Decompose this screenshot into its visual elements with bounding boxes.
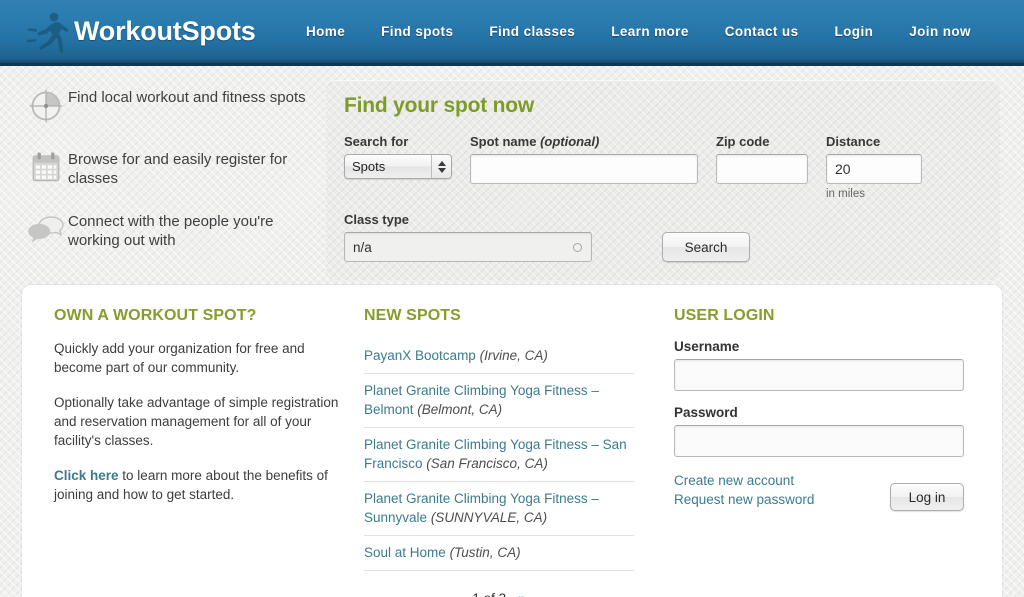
- new-spots-title: NEW SPOTS: [364, 307, 461, 324]
- field-spot-name: Spot name (optional): [470, 134, 698, 184]
- field-distance: Distance in miles: [826, 134, 922, 200]
- list-item[interactable]: Soul at Home (Tustin, CA): [364, 536, 634, 571]
- spot-name-optional-text: (optional): [540, 134, 600, 149]
- feature-label: Browse for and easily register for class…: [68, 151, 288, 187]
- circle-throbber-icon: [573, 243, 582, 252]
- search-panel: Find your spot now Search for Spots Clas…: [326, 80, 1000, 280]
- zip-code-label: Zip code: [716, 134, 770, 149]
- own-spot-title: OWN A WORKOUT SPOT?: [54, 307, 257, 324]
- nav-item-find-spots[interactable]: Find spots: [381, 24, 453, 39]
- nav-item-contact-us[interactable]: Contact us: [725, 24, 799, 39]
- own-spot-cta: Click here to learn more about the benef…: [54, 466, 342, 504]
- own-spot-paragraph-1: Quickly add your organization for free a…: [54, 341, 305, 375]
- spot-city: (Belmont, CA): [417, 402, 503, 417]
- field-zip-code: Zip code: [716, 134, 808, 184]
- class-type-input[interactable]: [344, 232, 592, 262]
- spot-name[interactable]: Soul at Home: [364, 545, 446, 560]
- brand-name: WorkoutSpots: [74, 16, 256, 46]
- list-item[interactable]: Planet Granite Climbing Yoga Fitness – S…: [364, 482, 634, 536]
- spot-name-label: Spot name (optional): [470, 134, 698, 149]
- main-navigation: Home Find spots Find classes Learn more …: [306, 24, 971, 39]
- search-field-row-1: Search for Spots Classes Spot name (opti…: [344, 134, 982, 200]
- running-figure-icon: [24, 8, 72, 56]
- pager-position: 1 of 3: [472, 591, 506, 597]
- pager: 1 of 3 »: [364, 591, 634, 597]
- password-input[interactable]: [674, 425, 964, 457]
- own-spot-column: OWN A WORKOUT SPOT? Quickly add your org…: [54, 307, 364, 597]
- feature-find-spots: Find local workout and fitness spots: [24, 86, 320, 132]
- nav-item-home[interactable]: Home: [306, 24, 345, 39]
- click-here-link[interactable]: Click here: [54, 468, 119, 483]
- search-for-select[interactable]: Spots Classes: [344, 154, 452, 179]
- search-for-label: Search for: [344, 134, 409, 149]
- nav-item-join-now[interactable]: Join now: [909, 24, 971, 39]
- top-section: Find local workout and fitness spots Bro…: [0, 66, 1024, 282]
- spot-city: (Tustin, CA): [449, 545, 521, 560]
- create-new-account-link[interactable]: Create new account: [674, 471, 814, 490]
- login-bottom-row: Create new account Request new password …: [674, 471, 964, 511]
- nav-item-learn-more[interactable]: Learn more: [611, 24, 689, 39]
- new-spots-column: NEW SPOTS PayanX Bootcamp (Irvine, CA) P…: [364, 307, 664, 597]
- feature-label: Connect with the people you're working o…: [68, 213, 274, 249]
- list-item[interactable]: PayanX Bootcamp (Irvine, CA): [364, 339, 634, 374]
- own-spot-paragraph-2: Optionally take advantage of simple regi…: [54, 395, 339, 448]
- log-in-button[interactable]: Log in: [890, 483, 964, 511]
- spot-city: (Irvine, CA): [479, 348, 548, 363]
- compass-target-icon: [24, 86, 68, 132]
- distance-label: Distance: [826, 134, 881, 149]
- feature-list: Find local workout and fitness spots Bro…: [24, 80, 320, 282]
- field-class-type: Class type: [344, 212, 592, 262]
- spot-name[interactable]: PayanX Bootcamp: [364, 348, 476, 363]
- spot-city: (SUNNYVALE, CA): [430, 510, 548, 525]
- field-search-for: Search for Spots Classes: [344, 134, 452, 179]
- list-item[interactable]: Planet Granite Climbing Yoga Fitness – B…: [364, 374, 634, 428]
- speech-bubbles-icon: [24, 210, 68, 256]
- nav-item-find-classes[interactable]: Find classes: [489, 24, 575, 39]
- content-panel: OWN A WORKOUT SPOT? Quickly add your org…: [22, 285, 1002, 597]
- spot-name-input[interactable]: [470, 154, 698, 184]
- username-label: Username: [674, 339, 740, 354]
- username-input[interactable]: [674, 359, 964, 391]
- search-button[interactable]: Search: [662, 232, 750, 262]
- pager-next-button[interactable]: »: [518, 591, 526, 597]
- password-label: Password: [674, 405, 738, 420]
- login-links: Create new account Request new password: [674, 471, 814, 509]
- spot-name-label-text: Spot name: [470, 134, 537, 149]
- spot-city: (San Francisco, CA): [426, 456, 548, 471]
- brand-logo[interactable]: WorkoutSpots: [24, 8, 256, 56]
- distance-input[interactable]: [826, 154, 922, 184]
- user-login-title: USER LOGIN: [674, 307, 775, 324]
- list-item[interactable]: Planet Granite Climbing Yoga Fitness – S…: [364, 428, 634, 482]
- zip-code-input[interactable]: [716, 154, 808, 184]
- request-new-password-link[interactable]: Request new password: [674, 490, 814, 509]
- site-header: WorkoutSpots Home Find spots Find classe…: [0, 0, 1024, 66]
- search-panel-title: Find your spot now: [344, 94, 535, 117]
- calendar-icon: [24, 148, 68, 194]
- nav-item-login[interactable]: Login: [835, 24, 874, 39]
- class-type-label: Class type: [344, 212, 410, 227]
- feature-browse-classes: Browse for and easily register for class…: [24, 148, 320, 194]
- user-login-column: USER LOGIN Username Password Create new …: [664, 307, 970, 597]
- search-field-row-2: Class type Search: [344, 212, 982, 262]
- distance-hint: in miles: [826, 188, 865, 200]
- feature-label: Find local workout and fitness spots: [68, 89, 306, 106]
- feature-connect-people: Connect with the people you're working o…: [24, 210, 320, 256]
